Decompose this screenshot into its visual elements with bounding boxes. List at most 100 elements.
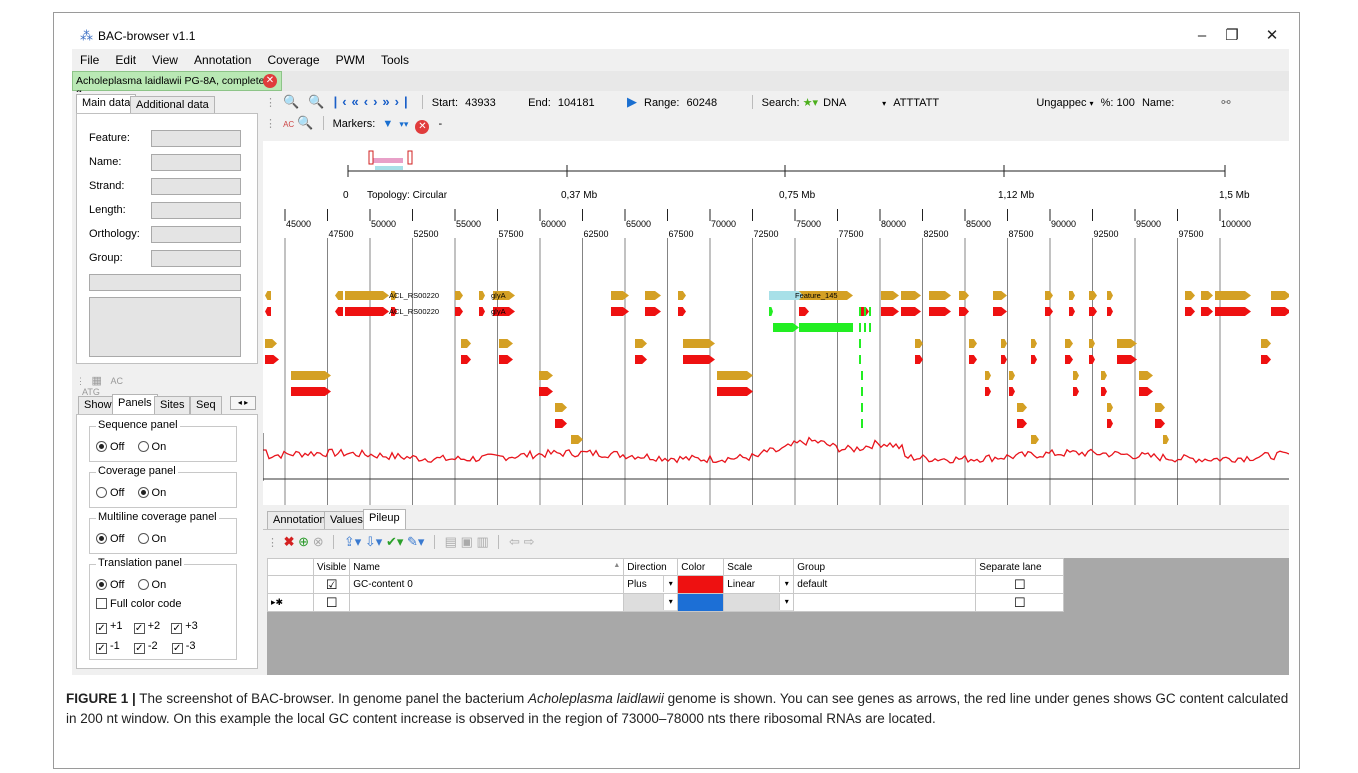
menu-tools[interactable]: Tools (381, 53, 409, 67)
start-input[interactable]: 43933 (465, 93, 525, 113)
col-direction[interactable]: Direction (623, 558, 679, 576)
frame-minus1-checkbox[interactable]: ✓ -1 (96, 640, 120, 654)
import-icon[interactable]: ⇪▾ (344, 534, 361, 549)
zoom-icon[interactable]: 🔍 (297, 113, 313, 133)
tab-sites[interactable]: Sites (154, 396, 191, 414)
menu-annotation[interactable]: Annotation (194, 53, 251, 67)
search-input[interactable]: ATTTATT (893, 93, 1033, 113)
translation-off-radio[interactable]: Off (96, 579, 124, 591)
folder-icon[interactable]: ▥ (477, 534, 489, 549)
add-icon[interactable]: ⊕ (298, 534, 309, 549)
percent-input[interactable]: 100 (1117, 97, 1135, 109)
table-row-new[interactable]: ▸✱ ☐ ▾ ▾ ☐ (267, 593, 1065, 612)
tab-additional-data[interactable]: Additional data (130, 96, 215, 114)
overview-left-handle[interactable] (368, 150, 374, 165)
menu-view[interactable]: View (152, 53, 178, 67)
col-separate-lane[interactable]: Separate lane (975, 558, 1065, 576)
sequence-on-radio[interactable]: On (137, 441, 166, 453)
menu-file[interactable]: File (80, 53, 99, 67)
col-color[interactable]: Color (677, 558, 725, 576)
visible-checkbox[interactable]: ☐ (312, 593, 351, 612)
group-field[interactable] (151, 250, 241, 267)
tab-main-data[interactable]: Main data (76, 94, 137, 114)
close-tab-icon[interactable]: ✕ (263, 74, 277, 88)
frame-minus3-checkbox[interactable]: ✓ -3 (171, 640, 195, 654)
coverage-off-radio[interactable]: Off (96, 487, 124, 499)
length-field[interactable] (151, 202, 241, 219)
clear-markers-icon[interactable]: ✕ (415, 120, 430, 134)
extra-field[interactable] (89, 274, 241, 291)
dropdown-icon[interactable]: ▾ (882, 99, 886, 108)
direction-select[interactable]: Plus ▾ (623, 575, 679, 594)
sequence-off-radio[interactable]: Off (96, 441, 124, 453)
menu-edit[interactable]: Edit (115, 53, 136, 67)
row-name[interactable]: GC-content 0 (349, 575, 625, 594)
gene-track[interactable]: ACL_RS00220 ACL_RS00220 glyA glyA Feature_14… (265, 291, 1289, 444)
end-input[interactable]: 104181 (558, 93, 624, 113)
full-color-checkbox[interactable]: Full color code (96, 598, 182, 610)
tab-seq[interactable]: Seq (190, 396, 222, 414)
name-field[interactable] (151, 154, 241, 171)
row-name[interactable] (349, 593, 625, 612)
frame-plus3-checkbox[interactable]: ✓ +3 (171, 620, 198, 634)
col-scale[interactable]: Scale (723, 558, 795, 576)
export-icon[interactable]: ⇩▾ (365, 534, 382, 549)
marker-multi-icon[interactable]: ▾▾ (399, 119, 408, 129)
back-arrow-icon[interactable]: ⇦ (509, 534, 520, 549)
separate-lane-checkbox[interactable]: ☐ (975, 575, 1065, 594)
scale-select[interactable]: ▾ (723, 593, 795, 612)
visible-checkbox[interactable]: ☑ (312, 575, 351, 594)
feature-field[interactable] (151, 130, 241, 147)
range-value[interactable]: 60248 (687, 93, 743, 113)
chart-icon[interactable]: ▤ (445, 534, 457, 549)
menu-coverage[interactable]: Coverage (267, 53, 319, 67)
multiline-on-radio[interactable]: On (137, 533, 166, 545)
restore-button[interactable]: ❐ (1212, 23, 1252, 49)
col-visible[interactable]: Visible (312, 558, 351, 576)
check-icon[interactable]: ✔▾ (386, 534, 403, 549)
color-swatch[interactable] (677, 575, 725, 594)
frame-minus2-checkbox[interactable]: ✓ -2 (133, 640, 158, 654)
binoculars-icon[interactable]: ⚯ (1221, 97, 1230, 109)
tab-pileup[interactable]: Pileup (363, 509, 406, 529)
color-swatch[interactable] (677, 593, 725, 612)
direction-select[interactable]: ▾ (623, 593, 679, 612)
star-icon[interactable]: ★▾ (803, 97, 818, 109)
separate-lane-checkbox[interactable]: ☐ (975, 593, 1065, 612)
document-tab[interactable]: Acholeplasma laidlawii PG-8A, complete g… (72, 71, 282, 99)
description-box[interactable] (89, 297, 241, 357)
orthology-field[interactable] (151, 226, 241, 243)
delete-icon[interactable]: ✖ (284, 534, 295, 549)
go-icon[interactable]: ▶ (627, 94, 637, 109)
marker-down-icon[interactable]: ▼ (382, 118, 393, 130)
multiline-off-radio[interactable]: Off (96, 533, 124, 545)
genome-view[interactable]: 0 0,37 Mb 0,75 Mb 1,12 Mb 1,5 Mb Topology: C… (263, 141, 1289, 505)
col-name[interactable]: Name ▲ (349, 558, 625, 576)
col-group[interactable]: Group (793, 558, 977, 576)
frame-plus2-checkbox[interactable]: ✓ +2 (133, 620, 160, 634)
nucleotide-color-icon[interactable]: AC (283, 120, 294, 129)
zoom-out-icon[interactable]: 🔍 (308, 92, 324, 112)
remove-icon[interactable]: ⊗ (313, 534, 324, 549)
overview-right-handle[interactable] (407, 150, 413, 165)
paint-icon[interactable]: ✎▾ (407, 534, 424, 549)
forward-arrow-icon[interactable]: ⇨ (524, 534, 535, 549)
coverage-on-radio[interactable]: On (137, 487, 166, 499)
translation-on-radio[interactable]: On (137, 579, 166, 591)
frame-plus1-checkbox[interactable]: ✓ +1 (96, 620, 123, 634)
tab-panels[interactable]: Panels (112, 394, 158, 414)
save-icon[interactable]: ▣ (461, 534, 473, 549)
zoom-in-icon[interactable]: 🔍 (283, 92, 299, 112)
nucleotide-icon[interactable]: AC (110, 376, 123, 386)
close-button[interactable]: ✕ (1252, 23, 1289, 49)
dropdown-icon[interactable]: ▾ (1090, 99, 1094, 108)
tab-annotation[interactable]: Annotation (267, 511, 332, 529)
table-row[interactable]: ☑ GC-content 0 Plus ▾ Linear ▾ default ☐ (267, 575, 1065, 594)
group-cell[interactable] (793, 593, 977, 612)
tab-scroll-arrows[interactable]: ◂ ▸ (230, 396, 256, 410)
table-icon[interactable]: ▦ (92, 375, 102, 387)
strand-field[interactable] (151, 178, 241, 195)
overview-window-marker[interactable] (373, 158, 403, 163)
gap-mode-select[interactable]: Ungappec (1036, 97, 1086, 109)
scale-select[interactable]: Linear ▾ (723, 575, 795, 594)
